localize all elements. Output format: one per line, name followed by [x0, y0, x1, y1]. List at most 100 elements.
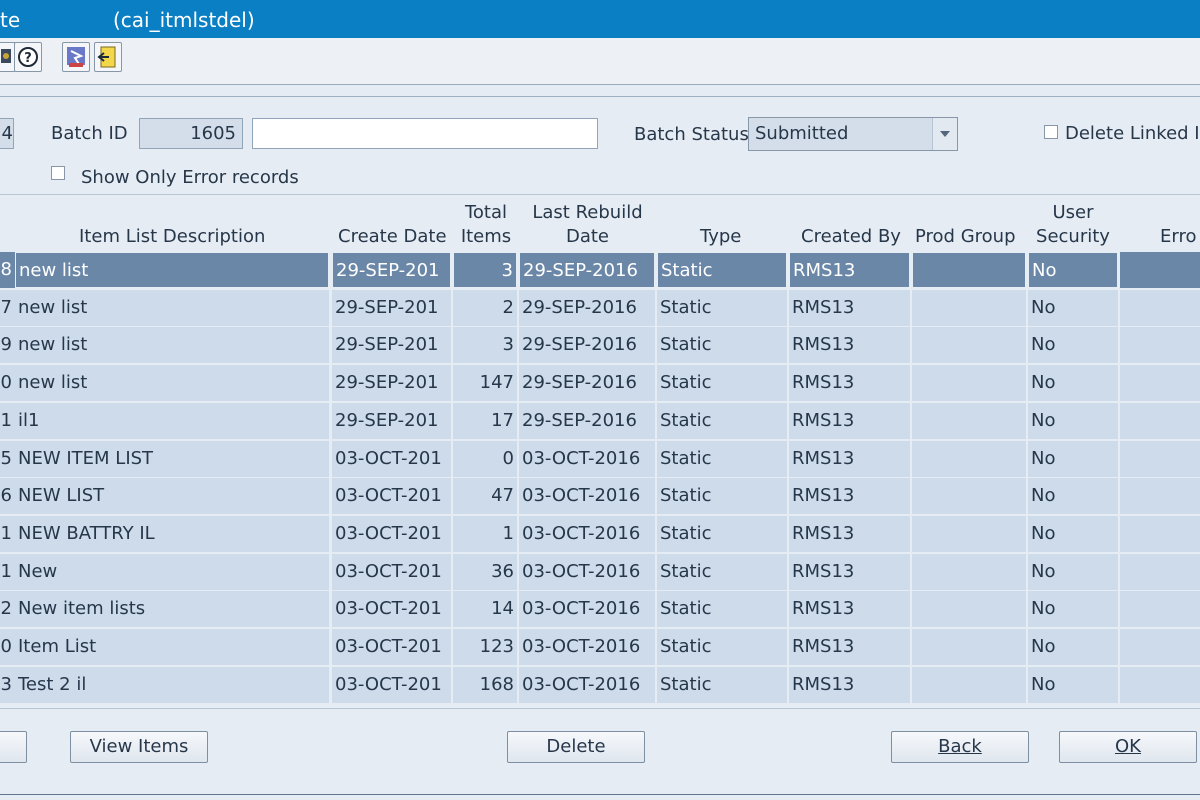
cell-total-items[interactable]: 14 — [453, 591, 517, 628]
cell-create-date[interactable]: 03-OCT-201 — [332, 591, 451, 628]
cell-type[interactable]: Static — [657, 666, 787, 703]
cell-total-items[interactable]: 2 — [453, 289, 517, 326]
navigate-icon[interactable] — [62, 42, 90, 72]
cell-prod-group[interactable] — [912, 515, 1026, 552]
cell-created-by[interactable]: RMS13 — [789, 629, 910, 665]
cell-description[interactable]: new list — [15, 327, 329, 364]
table-row[interactable]: 7 new list 29-SEP-201 2 29-SEP-2016 Static RMS… — [0, 289, 1200, 326]
col-header-total-items[interactable]: Total Items — [455, 201, 517, 249]
cell-total-items[interactable]: 168 — [453, 666, 517, 703]
cell-type[interactable]: Static — [657, 252, 787, 288]
cell-created-by[interactable]: RMS13 — [789, 591, 910, 628]
cell-prod-group[interactable] — [912, 666, 1026, 703]
cell-description[interactable]: Test 2 il — [15, 666, 329, 703]
cell-user-security[interactable]: No — [1028, 289, 1118, 326]
cell-id[interactable]: 5 — [0, 440, 15, 477]
cell-create-date[interactable]: 29-SEP-201 — [332, 327, 451, 364]
table-row[interactable]: 0 Item List 03-OCT-201 123 03-OCT-2016 Static… — [0, 629, 1200, 665]
cell-user-security[interactable]: No — [1028, 591, 1118, 628]
cell-id[interactable]: 1 — [0, 553, 15, 590]
cell-created-by[interactable]: RMS13 — [789, 365, 910, 402]
cell-type[interactable]: Static — [657, 402, 787, 439]
cell-user-security[interactable]: No — [1028, 515, 1118, 552]
cell-created-by[interactable]: RMS13 — [789, 666, 910, 703]
cell-total-items[interactable]: 47 — [453, 478, 517, 515]
cell-create-date[interactable]: 29-SEP-201 — [332, 402, 451, 439]
cell-total-items[interactable]: 147 — [453, 365, 517, 402]
cell-created-by[interactable]: RMS13 — [789, 402, 910, 439]
cell-error[interactable] — [1120, 478, 1200, 515]
cell-last-rebuild[interactable]: 29-SEP-2016 — [519, 365, 655, 402]
cell-create-date[interactable]: 03-OCT-201 — [332, 629, 451, 665]
cell-user-security[interactable]: No — [1028, 440, 1118, 477]
cell-prod-group[interactable] — [912, 327, 1026, 364]
cell-created-by[interactable]: RMS13 — [789, 515, 910, 552]
cell-last-rebuild[interactable]: 03-OCT-2016 — [519, 591, 655, 628]
cell-error[interactable] — [1120, 252, 1200, 288]
cell-id[interactable]: 9 — [0, 327, 15, 364]
cell-description[interactable]: new list — [15, 289, 329, 326]
help-icon[interactable]: ? — [14, 42, 42, 72]
cell-error[interactable] — [1120, 666, 1200, 703]
cell-description[interactable]: new list — [15, 252, 329, 288]
table-row[interactable]: 1 il1 29-SEP-201 17 29-SEP-2016 Static RMS13 No — [0, 402, 1200, 439]
cell-type[interactable]: Static — [657, 591, 787, 628]
cell-error[interactable] — [1120, 289, 1200, 326]
cell-last-rebuild[interactable]: 29-SEP-2016 — [519, 327, 655, 364]
cell-user-security[interactable]: No — [1028, 327, 1118, 364]
chevron-down-icon[interactable] — [932, 118, 957, 150]
partial-button[interactable] — [0, 731, 27, 763]
cell-prod-group[interactable] — [912, 365, 1026, 402]
cell-last-rebuild[interactable]: 03-OCT-2016 — [519, 478, 655, 515]
cell-prod-group[interactable] — [912, 553, 1026, 590]
cell-type[interactable]: Static — [657, 289, 787, 326]
cell-id[interactable]: 8 — [0, 252, 15, 288]
cell-type[interactable]: Static — [657, 327, 787, 364]
cell-type[interactable]: Static — [657, 365, 787, 402]
cell-prod-group[interactable] — [912, 252, 1026, 288]
cell-prod-group[interactable] — [912, 591, 1026, 628]
cell-total-items[interactable]: 3 — [453, 252, 517, 288]
cell-error[interactable] — [1120, 402, 1200, 439]
view-items-button[interactable]: View Items — [70, 731, 208, 763]
cell-prod-group[interactable] — [912, 629, 1026, 665]
batch-description-field[interactable] — [252, 118, 598, 149]
table-row[interactable]: 5 NEW ITEM LIST 03-OCT-201 0 03-OCT-2016 Stat… — [0, 440, 1200, 477]
cell-user-security[interactable]: No — [1028, 553, 1118, 590]
col-header-error[interactable]: Erro — [1160, 225, 1196, 249]
table-row[interactable]: 6 NEW LIST 03-OCT-201 47 03-OCT-2016 Static RM… — [0, 478, 1200, 515]
cell-created-by[interactable]: RMS13 — [789, 289, 910, 326]
cell-user-security[interactable]: No — [1028, 252, 1118, 288]
col-header-description[interactable]: Item List Description — [79, 225, 265, 249]
cell-error[interactable] — [1120, 440, 1200, 477]
cell-user-security[interactable]: No — [1028, 629, 1118, 665]
col-header-created-by[interactable]: Created By — [801, 225, 901, 249]
cell-id[interactable]: 1 — [0, 515, 15, 552]
cell-id[interactable]: 3 — [0, 666, 15, 703]
cell-prod-group[interactable] — [912, 478, 1026, 515]
cell-create-date[interactable]: 03-OCT-201 — [332, 515, 451, 552]
cell-create-date[interactable]: 29-SEP-201 — [332, 252, 451, 288]
cell-last-rebuild[interactable]: 03-OCT-2016 — [519, 515, 655, 552]
cell-create-date[interactable]: 03-OCT-201 — [332, 666, 451, 703]
col-header-user-security[interactable]: User Security — [1028, 201, 1118, 249]
cell-last-rebuild[interactable]: 03-OCT-2016 — [519, 440, 655, 477]
cell-error[interactable] — [1120, 629, 1200, 665]
table-row[interactable]: 0 new list 29-SEP-201 147 29-SEP-2016 Static R… — [0, 365, 1200, 402]
cell-total-items[interactable]: 123 — [453, 629, 517, 665]
cell-user-security[interactable]: No — [1028, 666, 1118, 703]
cell-total-items[interactable]: 3 — [453, 327, 517, 364]
cell-type[interactable]: Static — [657, 440, 787, 477]
cell-created-by[interactable]: RMS13 — [789, 440, 910, 477]
cell-description[interactable]: new list — [15, 365, 329, 402]
cell-created-by[interactable]: RMS13 — [789, 478, 910, 515]
col-header-create-date[interactable]: Create Date — [338, 225, 447, 249]
partial-field[interactable]: 4 — [0, 118, 14, 149]
cell-total-items[interactable]: 36 — [453, 553, 517, 590]
cell-last-rebuild[interactable]: 29-SEP-2016 — [519, 402, 655, 439]
cell-type[interactable]: Static — [657, 629, 787, 665]
cell-create-date[interactable]: 03-OCT-201 — [332, 553, 451, 590]
cell-create-date[interactable]: 29-SEP-201 — [332, 289, 451, 326]
col-header-last-rebuild[interactable]: Last Rebuild Date — [520, 201, 655, 249]
cell-id[interactable]: 0 — [0, 629, 15, 665]
